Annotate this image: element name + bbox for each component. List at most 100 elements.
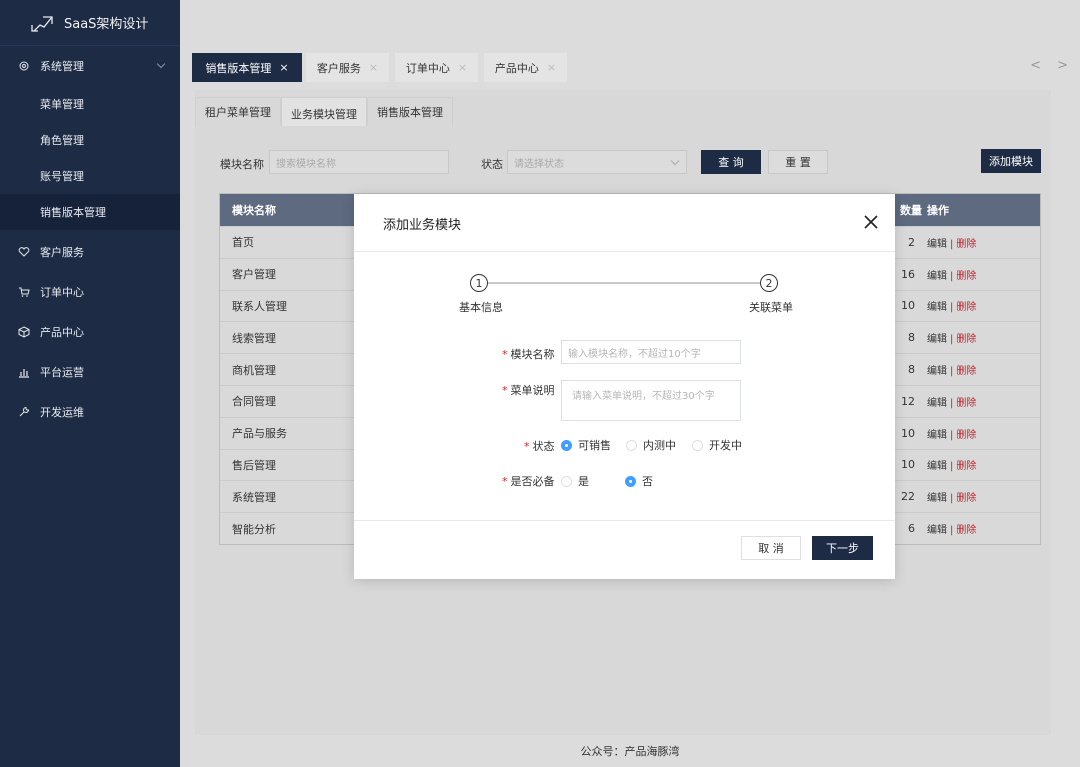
delete-link[interactable]: 删除 — [956, 398, 976, 409]
sidebar-item-order-center[interactable]: 订单中心 — [0, 272, 180, 312]
edit-link[interactable]: 编辑 — [927, 239, 947, 250]
status-select[interactable]: 请选择状态 — [507, 150, 687, 174]
ops-cell: 编辑 | 删除 — [927, 298, 976, 313]
op-separator: | — [950, 238, 954, 250]
module-search-input[interactable]: 搜索模块名称 — [269, 150, 449, 174]
edit-link[interactable]: 编辑 — [927, 430, 947, 441]
required-mark: * — [524, 440, 530, 453]
delete-link[interactable]: 删除 — [956, 493, 976, 504]
step-2-circle: 2 — [760, 274, 778, 292]
module-name-cell: 系统管理 — [232, 490, 276, 504]
tab-customer-service[interactable]: 客户服务 × — [306, 53, 389, 82]
status-radio-beta[interactable]: 内测中 — [626, 437, 676, 453]
subtab-tenant-menu[interactable]: 租户菜单管理 — [195, 97, 281, 126]
op-separator: | — [950, 270, 954, 282]
dialog-title: 添加业务模块 — [383, 218, 462, 233]
module-name-cell: 智能分析 — [232, 522, 276, 536]
step-connector — [481, 282, 761, 284]
module-name-cell: 售后管理 — [232, 458, 276, 472]
subtab-business-module[interactable]: 业务模块管理 — [281, 97, 367, 126]
menu-desc-field-label: * 菜单说明 — [502, 384, 555, 397]
close-icon[interactable]: × — [369, 61, 378, 74]
delete-link[interactable]: 删除 — [956, 239, 976, 250]
sidebar-item-account[interactable]: 账号管理 — [0, 158, 180, 194]
chart-icon — [19, 369, 29, 378]
close-icon[interactable]: × — [458, 61, 467, 74]
add-module-button[interactable]: 添加模块 — [981, 149, 1041, 173]
logo: SaaS架构设计 — [0, 0, 180, 46]
logo-text: SaaS架构设计 — [64, 17, 149, 32]
sidebar-item-devops[interactable]: 开发运维 — [0, 392, 180, 432]
radio-unselected-icon — [626, 439, 637, 451]
required-radio-no[interactable]: 否 — [625, 473, 653, 489]
status-radio-in-dev[interactable]: 开发中 — [692, 437, 742, 453]
step-1-label: 基本信息 — [459, 301, 503, 314]
next-step-button[interactable]: 下一步 — [812, 536, 873, 560]
sidebar-item-label: 平台运营 — [40, 366, 84, 379]
required-radio-yes[interactable]: 是 — [561, 473, 589, 489]
sidebar-item-menu[interactable]: 菜单管理 — [0, 86, 180, 122]
radio-selected-icon — [625, 475, 636, 487]
search-button[interactable]: 查 询 — [701, 150, 761, 174]
required-mark: * — [502, 475, 508, 488]
sidebar-item-platform-ops[interactable]: 平台运营 — [0, 352, 180, 392]
menu-desc-textarea[interactable]: 请输入菜单说明，不超过30个字 — [561, 380, 741, 421]
edit-link[interactable]: 编辑 — [927, 271, 947, 282]
sidebar-item-sales-version[interactable]: 销售版本管理 — [0, 194, 180, 230]
status-select-placeholder: 请选择状态 — [514, 158, 564, 170]
sidebar-item-label: 开发运维 — [40, 406, 84, 419]
status-radio-for-sale[interactable]: 可销售 — [561, 437, 611, 453]
module-name-cell: 产品与服务 — [232, 427, 287, 441]
box-icon — [18, 326, 30, 338]
edit-link[interactable]: 编辑 — [927, 461, 947, 472]
ops-cell: 编辑 | 删除 — [927, 394, 976, 409]
tab-scroll-arrows[interactable]: < > — [1030, 58, 1074, 73]
edit-link[interactable]: 编辑 — [927, 302, 947, 313]
tab-order-center[interactable]: 订单中心 × — [395, 53, 478, 82]
sidebar-item-label: 产品中心 — [40, 326, 84, 339]
op-separator: | — [950, 302, 954, 314]
tab-sales-version[interactable]: 销售版本管理 × — [192, 53, 302, 82]
module-name-cell: 客户管理 — [232, 268, 276, 282]
close-icon[interactable] — [863, 214, 879, 230]
delete-link[interactable]: 删除 — [956, 430, 976, 441]
close-icon[interactable]: × — [547, 61, 556, 74]
ops-cell: 编辑 | 删除 — [927, 235, 976, 250]
chevron-down-icon — [670, 156, 680, 166]
op-separator: | — [950, 493, 954, 505]
sidebar-item-system[interactable]: 系统管理 — [0, 46, 180, 86]
edit-link[interactable]: 编辑 — [927, 366, 947, 377]
delete-link[interactable]: 删除 — [956, 461, 976, 472]
tab-product-center[interactable]: 产品中心 × — [484, 53, 567, 82]
delete-link[interactable]: 删除 — [956, 334, 976, 345]
required-mark: * — [502, 348, 508, 361]
cancel-button[interactable]: 取 消 — [741, 536, 801, 560]
sidebar-item-customer-service[interactable]: 客户服务 — [0, 232, 180, 272]
step-2-label: 关联菜单 — [749, 301, 793, 314]
module-name-cell: 合同管理 — [232, 395, 276, 409]
edit-link[interactable]: 编辑 — [927, 334, 947, 345]
sidebar-item-role[interactable]: 角色管理 — [0, 122, 180, 158]
sidebar-item-product-center[interactable]: 产品中心 — [0, 312, 180, 352]
close-icon[interactable]: × — [279, 61, 288, 74]
delete-link[interactable]: 删除 — [956, 271, 976, 282]
subtab-sales-version[interactable]: 销售版本管理 — [367, 97, 453, 126]
op-separator: | — [950, 397, 954, 409]
op-separator: | — [950, 334, 954, 346]
reset-button[interactable]: 重 置 — [768, 150, 828, 174]
module-name-cell: 线索管理 — [232, 331, 276, 345]
delete-link[interactable]: 删除 — [956, 302, 976, 313]
op-separator: | — [950, 461, 954, 473]
module-name-input[interactable]: 输入模块名称，不超过10个字 — [561, 340, 741, 364]
delete-link[interactable]: 删除 — [956, 366, 976, 377]
edit-link[interactable]: 编辑 — [927, 525, 947, 536]
edit-link[interactable]: 编辑 — [927, 398, 947, 409]
ops-cell: 编辑 | 删除 — [927, 521, 976, 536]
dialog-footer-divider — [354, 520, 895, 521]
module-name-cell: 联系人管理 — [232, 299, 287, 313]
edit-link[interactable]: 编辑 — [927, 493, 947, 504]
status-filter-label: 状态 — [481, 158, 503, 171]
subtab-bar: 租户菜单管理 业务模块管理 销售版本管理 — [195, 97, 453, 126]
delete-link[interactable]: 删除 — [956, 525, 976, 536]
ops-cell: 编辑 | 删除 — [927, 489, 976, 504]
